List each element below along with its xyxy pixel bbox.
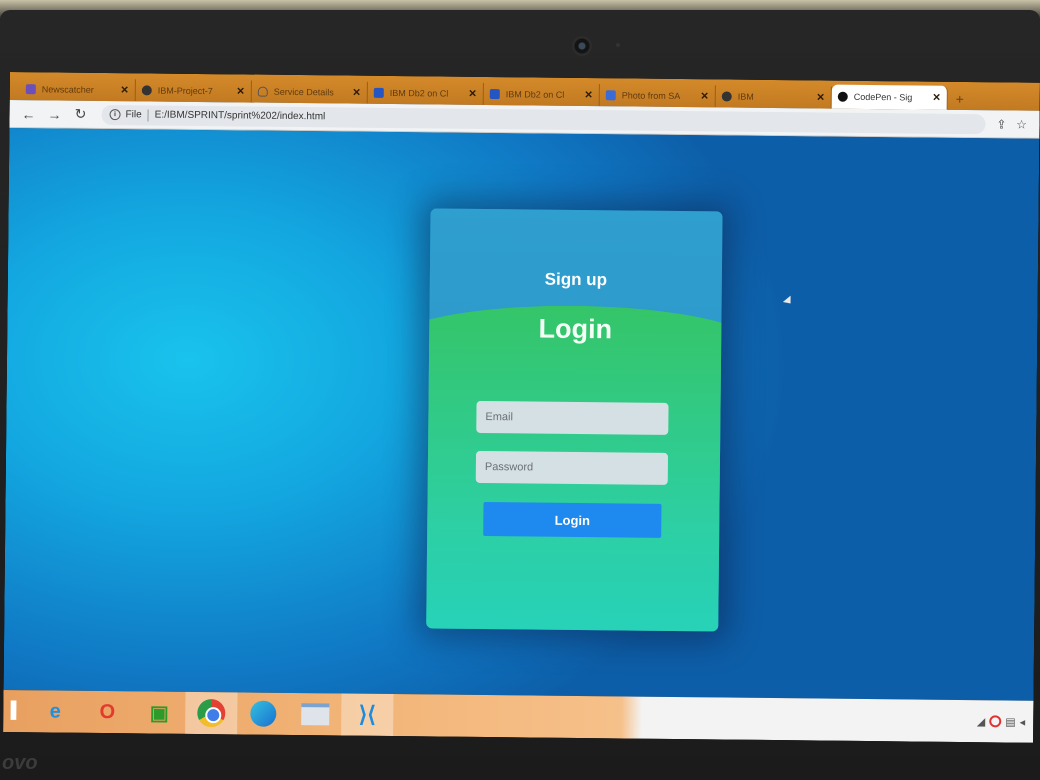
network-icon[interactable]: ▤	[1005, 715, 1016, 728]
tab-title: IBM	[737, 91, 754, 102]
tab-title: IBM-Project-7	[157, 85, 213, 97]
tab-title: Service Details	[273, 86, 334, 98]
reload-icon[interactable]: ↻	[69, 103, 91, 125]
tray-expand-icon[interactable]: ◢	[977, 715, 986, 728]
chrome-taskbar-button[interactable]	[185, 691, 238, 735]
cloud-icon	[257, 86, 268, 97]
tab-newscatcher[interactable]: Newscatcher ✕	[19, 78, 136, 102]
newscatcher-icon	[25, 84, 36, 95]
tab-title: Newscatcher	[41, 84, 94, 95]
mouse-cursor-icon	[782, 295, 795, 307]
login-button[interactable]: Login	[483, 501, 662, 538]
github-icon	[141, 85, 152, 96]
login-title[interactable]: Login	[429, 312, 721, 346]
laptop-screen: Newscatcher ✕ IBM-Project-7 ✕ Service De…	[3, 72, 1040, 743]
share-icon[interactable]: ⇪	[991, 114, 1011, 134]
tab-title: Photo from SA	[621, 90, 681, 102]
close-icon[interactable]: ✕	[700, 91, 709, 102]
webcam-led	[616, 43, 620, 47]
address-bar[interactable]: i File E:/IBM/SPRINT/sprint%202/index.ht…	[101, 104, 986, 134]
tab-title: IBM Db2 on Cl	[505, 89, 565, 100]
tab-codepen[interactable]: CodePen - Sig ✕	[831, 84, 948, 110]
tab-ibm[interactable]: IBM ✕	[715, 85, 832, 109]
tab-title: IBM Db2 on Cl	[389, 87, 449, 99]
tab-ibm-db2-2[interactable]: IBM Db2 on Cl ✕	[483, 82, 600, 107]
github-icon	[721, 91, 732, 102]
codepen-icon	[837, 91, 848, 102]
file-explorer-taskbar-button[interactable]	[289, 693, 341, 736]
signup-toggle[interactable]: Sign up	[430, 268, 722, 291]
close-icon[interactable]: ✕	[468, 88, 477, 99]
back-arrow-icon[interactable]: ←	[17, 103, 39, 125]
close-icon[interactable]: ✕	[352, 87, 361, 98]
close-icon[interactable]: ✕	[584, 90, 593, 101]
laptop-brand-logo: ovo	[2, 752, 38, 774]
system-tray: ◢ ▤ ◂	[977, 715, 1034, 729]
tab-title: CodePen - Sig	[853, 91, 913, 103]
close-icon[interactable]: ✕	[236, 86, 245, 97]
tab-ibm-project[interactable]: IBM-Project-7 ✕	[135, 79, 252, 103]
tab-photo[interactable]: Photo from SA ✕	[599, 84, 716, 108]
close-icon[interactable]: ✕	[120, 85, 129, 96]
start-icon[interactable]: ▌	[3, 690, 29, 732]
tab-ibm-db2-1[interactable]: IBM Db2 on Cl ✕	[367, 81, 484, 105]
forward-arrow-icon[interactable]: →	[43, 103, 65, 125]
file-explorer-icon	[301, 703, 330, 726]
opera-icon[interactable]: O	[81, 691, 133, 734]
webcam	[572, 36, 592, 56]
ibm-grid-icon	[489, 89, 500, 100]
password-input[interactable]	[475, 450, 669, 485]
bookmark-star-icon[interactable]: ☆	[1011, 114, 1031, 134]
address-divider	[147, 108, 149, 121]
photo-icon	[605, 90, 616, 101]
new-tab-button[interactable]: +	[948, 88, 972, 110]
edge-icon	[250, 700, 277, 727]
info-icon[interactable]: i	[109, 109, 121, 121]
edge-taskbar-button[interactable]	[237, 692, 289, 735]
url-text: E:/IBM/SPRINT/sprint%202/index.html	[154, 109, 326, 123]
email-input[interactable]	[476, 400, 669, 435]
scheme-label: File	[125, 109, 142, 121]
vscode-icon[interactable]: ⟩⟨	[341, 693, 394, 737]
internet-explorer-icon[interactable]: e	[29, 690, 81, 733]
tab-service-details[interactable]: Service Details ✕	[251, 80, 368, 104]
page-viewport: Sign up Login Login	[3, 127, 1040, 701]
chrome-icon	[197, 698, 226, 728]
volume-icon[interactable]: ◂	[1020, 715, 1026, 728]
store-icon[interactable]: ▣	[133, 691, 185, 734]
auth-card: Sign up Login Login	[426, 208, 723, 632]
ibm-grid-icon	[373, 87, 384, 98]
opera-tray-icon[interactable]	[989, 715, 1002, 728]
close-icon[interactable]: ✕	[816, 92, 825, 103]
close-icon[interactable]: ✕	[932, 92, 941, 103]
